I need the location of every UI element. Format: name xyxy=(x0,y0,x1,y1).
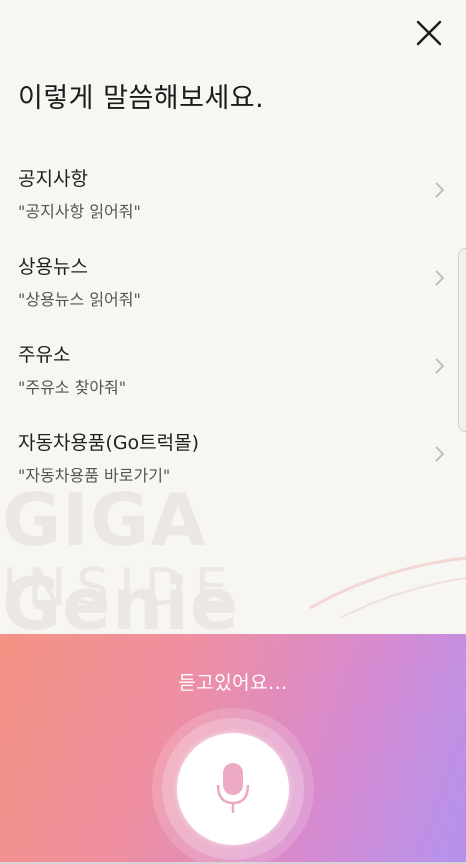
microphone-icon xyxy=(216,763,250,813)
side-handle[interactable] xyxy=(458,248,466,432)
item-example: "주유소 찾아줘" xyxy=(18,378,127,397)
microphone-button[interactable] xyxy=(177,733,289,845)
chevron-right-icon xyxy=(432,356,446,376)
item-title: 상용뉴스 xyxy=(18,256,88,278)
watermark-inside-text: INSIDE xyxy=(2,558,238,618)
chevron-right-icon xyxy=(432,444,446,464)
list-item[interactable]: 상용뉴스 "상용뉴스 읽어줘" xyxy=(0,248,466,336)
item-title: 주유소 xyxy=(18,344,71,366)
listening-status: 듣고있어요... xyxy=(178,672,288,694)
close-button[interactable] xyxy=(410,14,448,52)
list-item[interactable]: 공지사항 "공지사항 읽어줘" xyxy=(0,160,466,248)
chevron-right-icon xyxy=(432,268,446,288)
page-title: 이렇게 말씀해보세요. xyxy=(18,83,265,114)
item-title: 공지사항 xyxy=(18,168,88,190)
chevron-right-icon xyxy=(432,180,446,200)
list-item[interactable]: 주유소 "주유소 찾아줘" xyxy=(0,336,466,424)
item-example: "자동차용품 바로가기" xyxy=(18,466,171,485)
item-example: "상용뉴스 읽어줘" xyxy=(18,290,141,309)
command-list: 공지사항 "공지사항 읽어줘" 상용뉴스 "상용뉴스 읽어줘" 주유소 "주유소… xyxy=(0,160,466,512)
voice-input-panel: 듣고있어요... xyxy=(0,634,466,864)
close-icon xyxy=(416,20,442,46)
list-item[interactable]: 자동차용품(Go트럭몰) "자동차용품 바로가기" xyxy=(0,424,466,512)
watermark-swoosh xyxy=(309,556,466,619)
item-example: "공지사항 읽어줘" xyxy=(18,202,141,221)
item-title: 자동차용품(Go트럭몰) xyxy=(18,432,200,454)
